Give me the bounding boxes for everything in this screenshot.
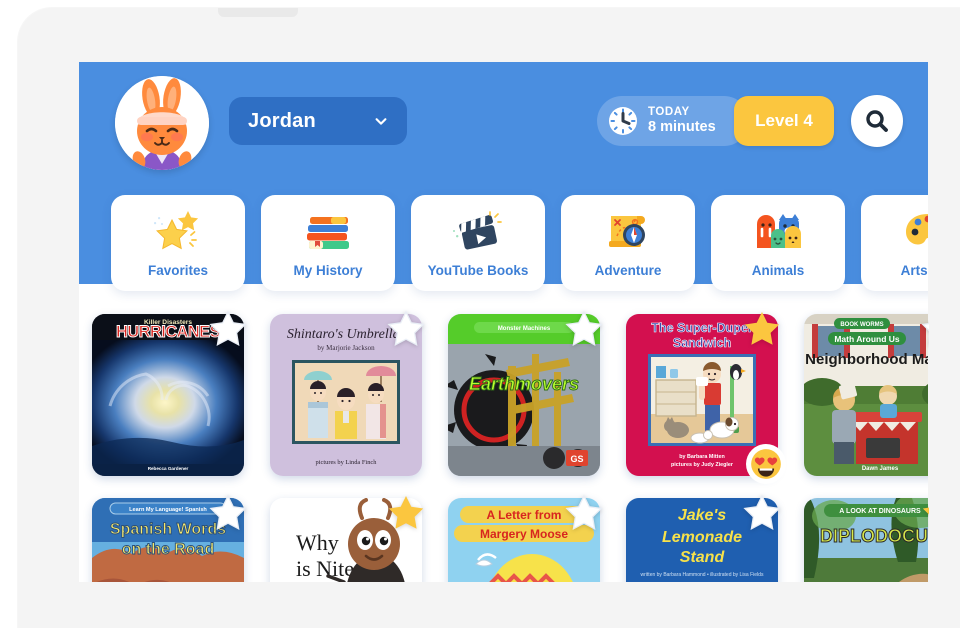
svg-text:Why: Why [296, 530, 339, 555]
book-card[interactable]: A LOOK AT DINOSAURS DIPLODOCUS [791, 492, 929, 582]
category-tabs: Favorites My History YouTube Books Adven… [79, 195, 929, 295]
svg-text:is Nite: is Nite [296, 556, 354, 581]
profile-name-dropdown[interactable]: Jordan [229, 97, 407, 145]
favorite-star-filled-icon[interactable] [918, 492, 929, 536]
search-icon [866, 110, 888, 132]
book-cover-neighborhood-math: BOOK WORMS Math Around Us Neighborhood M… [804, 314, 929, 476]
favorite-star-filled-icon[interactable] [740, 308, 784, 352]
book-card[interactable]: Killer Disasters HURRICANES Rebecca Gard… [79, 308, 257, 488]
svg-text:Dawn James: Dawn James [862, 466, 899, 472]
svg-text:Sandwich: Sandwich [673, 336, 731, 350]
svg-text:Earthmovers: Earthmovers [469, 374, 579, 394]
favorite-star-outline-icon[interactable] [918, 308, 929, 352]
chevron-down-icon [375, 118, 387, 125]
avatar[interactable] [115, 76, 209, 170]
category-tab-my-history[interactable]: My History [261, 195, 395, 291]
book-card[interactable]: Why is Nite [257, 492, 435, 582]
svg-text:Neighborhood Math: Neighborhood Math [805, 351, 929, 368]
book-card[interactable]: A Letter from Margery Moose [435, 492, 613, 582]
book-card[interactable]: Jake's Lemonade Stand written by Barbara… [613, 492, 791, 582]
book-shelf-row-1: Killer Disasters HURRICANES Rebecca Gard… [79, 308, 929, 488]
treasure-map-compass-icon [561, 205, 695, 257]
svg-text:Monster Machines: Monster Machines [498, 326, 551, 332]
svg-text:pictures by Linda Finch: pictures by Linda Finch [316, 459, 378, 466]
favorite-star-outline-icon[interactable] [562, 492, 606, 536]
bunny-avatar-icon [115, 76, 209, 170]
book-card[interactable]: The Super-Duper Sandwich by Barbara Mitt… [613, 308, 791, 488]
svg-text:BOOK WORMS: BOOK WORMS [840, 322, 883, 328]
daily-time-badge: TODAY 8 minutes [597, 96, 749, 146]
favorite-star-outline-icon[interactable] [562, 308, 606, 352]
clapperboard-icon [411, 205, 545, 257]
category-label: Favorites [147, 263, 209, 278]
level-label: Level 4 [755, 111, 813, 130]
svg-text:A LOOK AT DINOSAURS: A LOOK AT DINOSAURS [839, 508, 921, 515]
timer-label: TODAY [648, 106, 690, 119]
svg-text:Rebecca Gardener: Rebecca Gardener [148, 466, 189, 471]
category-tab-arts-and-crafts[interactable]: Arts and [861, 195, 929, 291]
book-shelf-row-2: Learn My Language! Spanish Spanish Words… [79, 492, 929, 582]
svg-text:HURRICANES: HURRICANES [116, 323, 221, 341]
svg-text:Lemonade: Lemonade [662, 529, 742, 546]
svg-text:by Marjorie Jackson: by Marjorie Jackson [317, 344, 375, 352]
category-tab-adventure[interactable]: Adventure [561, 195, 695, 291]
book-stack-icon [261, 205, 395, 257]
svg-text:Jake's: Jake's [678, 507, 726, 524]
animals-icon [711, 205, 845, 257]
category-label: Arts and [900, 263, 929, 278]
svg-text:The Super-Duper: The Super-Duper [651, 321, 753, 335]
paint-palette-icon [861, 205, 929, 257]
favorite-star-outline-icon[interactable] [384, 308, 428, 352]
book-card[interactable]: Learn My Language! Spanish Spanish Words… [79, 492, 257, 582]
book-card[interactable]: Monster Machines Earthmovers GS [435, 308, 613, 488]
category-label: YouTube Books [427, 263, 529, 278]
clock-icon [609, 107, 637, 135]
svg-text:by Barbara Mitten: by Barbara Mitten [679, 454, 725, 460]
svg-text:Stand: Stand [680, 549, 726, 566]
svg-text:GS: GS [570, 454, 583, 464]
svg-text:DIPLODOCUS: DIPLODOCUS [820, 526, 929, 546]
svg-text:pictures by Judy Ziegler: pictures by Judy Ziegler [671, 462, 734, 468]
favorite-star-outline-icon[interactable] [740, 492, 784, 536]
book-cover-diplodocus: A LOOK AT DINOSAURS DIPLODOCUS [804, 498, 929, 582]
app-screen: Jordan TODAY 8 minutes Level 4 Favorites… [79, 62, 929, 582]
book-card[interactable]: BOOK WORMS Math Around Us Neighborhood M… [791, 308, 929, 488]
svg-text:Margery Moose: Margery Moose [480, 527, 568, 541]
favorite-star-outline-icon[interactable] [206, 308, 250, 352]
favorite-star-filled-icon[interactable] [384, 492, 428, 536]
category-tab-favorites[interactable]: Favorites [111, 195, 245, 291]
stars-icon [111, 205, 245, 257]
level-button[interactable]: Level 4 [734, 96, 834, 146]
category-label: Animals [751, 263, 805, 278]
tablet-device-frame: Jordan TODAY 8 minutes Level 4 Favorites… [18, 8, 960, 628]
svg-text:written by Barbara Hammond • i: written by Barbara Hammond • illustrated… [641, 572, 764, 578]
favorite-star-outline-icon[interactable] [206, 492, 250, 536]
category-tab-animals[interactable]: Animals [711, 195, 845, 291]
svg-text:Learn My Language! Spanish: Learn My Language! Spanish [129, 507, 207, 513]
category-tab-youtube-books[interactable]: YouTube Books [411, 195, 545, 291]
svg-text:on the Road: on the Road [122, 541, 214, 558]
category-label: Adventure [594, 263, 662, 278]
book-card[interactable]: Shintaro's Umbrellas by Marjorie Jackson [257, 308, 435, 488]
timer-value: 8 minutes [648, 119, 716, 136]
profile-name-label: Jordan [248, 109, 316, 132]
category-label: My History [293, 263, 363, 278]
svg-text:A Letter from: A Letter from [487, 508, 562, 522]
heart-eyes-emoji-icon[interactable] [746, 444, 786, 484]
search-button[interactable] [851, 95, 903, 147]
svg-text:Math Around Us: Math Around Us [834, 334, 900, 344]
